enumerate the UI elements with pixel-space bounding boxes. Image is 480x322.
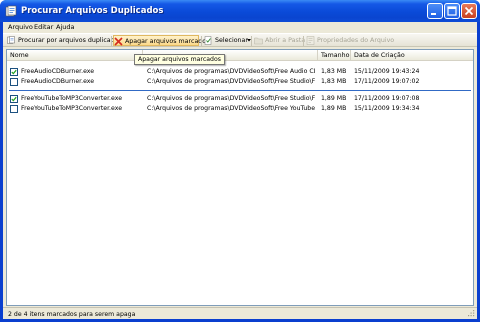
table-row[interactable]: FreeAudioCDBurner.exe C:\Arquivos de pro…: [7, 67, 473, 77]
file-size: 1,83 MB: [321, 78, 347, 85]
list-header: Nome Tamanho Data de Criação: [7, 50, 473, 61]
file-date: 15/11/2009 19:34:34: [354, 105, 420, 112]
table-row[interactable]: FreeYouTubeToMP3Converter.exe C:\Arquivo…: [7, 94, 473, 104]
open-folder-button[interactable]: Abrir a Pasta: [254, 35, 306, 46]
file-name: FreeYouTubeToMP3Converter.exe: [21, 95, 122, 102]
column-header-name[interactable]: Nome: [7, 50, 143, 61]
select-icon: [204, 36, 212, 45]
folder-icon: [254, 37, 263, 45]
delete-icon: [114, 37, 123, 46]
status-text: 2 de 4 itens marcados para serem apaga: [8, 311, 136, 318]
column-header-date[interactable]: Data de Criação: [351, 50, 473, 61]
duplicates-list[interactable]: Nome Tamanho Data de Criação FreeAudioCD…: [6, 49, 474, 306]
title-bar[interactable]: Procurar Arquivos Duplicados: [0, 0, 480, 22]
select-label: Selecionar: [215, 37, 248, 44]
search-duplicates-button[interactable]: Procurar por arquivos duplicados: [7, 35, 122, 46]
file-properties-button[interactable]: Propriedades do Arquivo: [306, 35, 394, 46]
minimize-button[interactable]: [427, 3, 443, 19]
app-icon: [5, 5, 17, 17]
minimize-icon: [431, 13, 436, 15]
file-date: 17/11/2009 19:07:08: [354, 95, 420, 102]
search-duplicates-label: Procurar por arquivos duplicados: [18, 37, 122, 44]
file-path: C:\Arquivos de programas\DVDVideoSoft\Fr…: [147, 105, 315, 112]
row-checkbox[interactable]: [10, 95, 18, 103]
table-row[interactable]: FreeYouTubeToMP3Converter.exe C:\Arquivo…: [7, 104, 473, 114]
toolbar-separator: [201, 36, 202, 46]
file-date: 17/11/2009 19:07:02: [354, 78, 420, 85]
group-separator: [9, 90, 471, 91]
close-icon: [464, 6, 474, 16]
delete-marked-button[interactable]: Apagar arquivos marcados: [113, 35, 209, 46]
status-bar: 2 de 4 itens marcados para serem apaga: [3, 307, 477, 319]
file-properties-label: Propriedades do Arquivo: [317, 37, 395, 44]
maximize-icon: [447, 6, 457, 16]
file-path: C:\Arquivos de programas\DVDVideoSoft\Fr…: [147, 95, 315, 102]
menu-editar[interactable]: Editar: [34, 23, 53, 32]
file-date: 15/11/2009 19:43:24: [354, 68, 420, 75]
select-dropdown-button[interactable]: Selecionar: [204, 35, 251, 46]
file-path: C:\Arquivos de programas\DVDVideoSoft\Fr…: [147, 78, 315, 85]
maximize-button[interactable]: [444, 3, 460, 19]
checkmark-icon: [11, 96, 17, 102]
toolbar-separator: [251, 36, 252, 46]
open-folder-label: Abrir a Pasta: [265, 37, 306, 44]
file-name: FreeAudioCDBurner.exe: [21, 68, 95, 75]
file-path: C:\Arquivos de programas\DVDVideoSoft\Fr…: [147, 68, 315, 75]
file-size: 1,89 MB: [321, 105, 347, 112]
tooltip: Apagar arquivos marcados: [134, 54, 225, 65]
row-checkbox[interactable]: [10, 105, 18, 113]
toolbar: Procurar por arquivos duplicados Apagar …: [3, 33, 477, 47]
file-name: FreeAudioCDBurner.exe: [21, 78, 95, 85]
resize-grip-icon[interactable]: [466, 309, 475, 318]
window-title: Procurar Arquivos Duplicados: [21, 6, 164, 16]
menu-ajuda[interactable]: Ajuda: [56, 23, 74, 32]
table-row[interactable]: FreeAudioCDBurner.exe C:\Arquivos de pro…: [7, 77, 473, 87]
file-size: 1,89 MB: [321, 95, 347, 102]
toolbar-separator: [303, 36, 304, 46]
row-checkbox[interactable]: [10, 68, 18, 76]
row-checkbox[interactable]: [10, 78, 18, 86]
app-window: Procurar Arquivos Duplicados Arquivo Edi…: [0, 0, 480, 322]
toolbar-separator: [111, 36, 112, 46]
checkmark-icon: [11, 69, 17, 75]
menu-bar: Arquivo Editar Ajuda: [3, 22, 477, 33]
delete-marked-label: Apagar arquivos marcados: [125, 38, 210, 45]
properties-icon: [306, 36, 315, 45]
column-header-size[interactable]: Tamanho: [318, 50, 351, 61]
file-size: 1,83 MB: [321, 68, 347, 75]
menu-arquivo[interactable]: Arquivo: [8, 23, 33, 32]
close-button[interactable]: [461, 3, 477, 19]
search-files-icon: [7, 36, 15, 44]
client-area: Arquivo Editar Ajuda Procurar por arquiv…: [3, 22, 477, 319]
file-name: FreeYouTubeToMP3Converter.exe: [21, 105, 122, 112]
